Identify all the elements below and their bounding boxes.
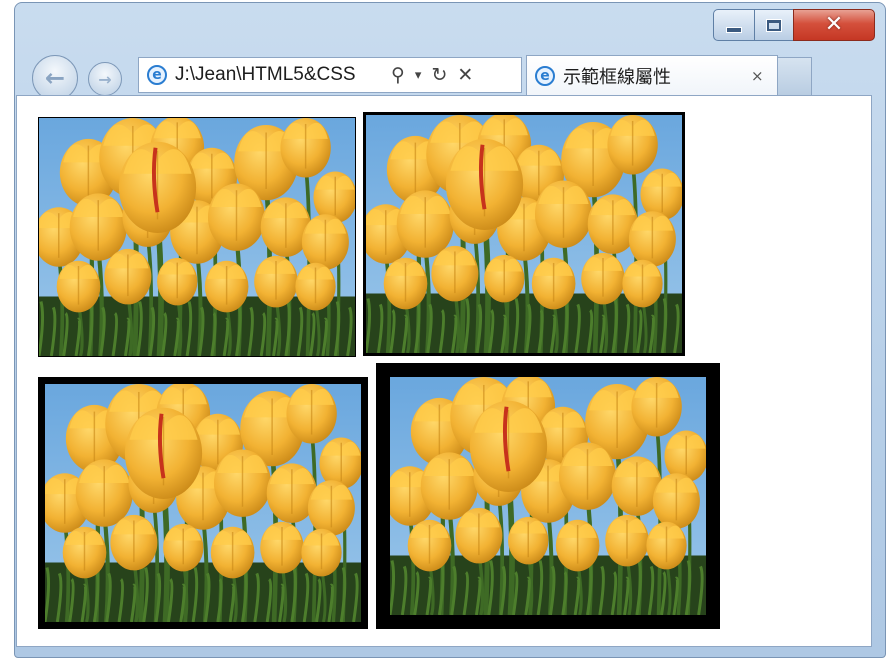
tulip-image-border-thin <box>38 117 356 357</box>
chevron-down-icon[interactable]: ▾ <box>415 68 422 83</box>
minimize-icon <box>726 27 742 33</box>
refresh-icon[interactable]: ↻ <box>431 64 447 86</box>
address-input[interactable]: J:\Jean\HTML5&CSS <box>175 64 383 86</box>
tulip-photo <box>390 377 706 615</box>
tab-title: 示範框線屬性 <box>563 66 671 88</box>
tab-close-icon[interactable]: × <box>751 67 764 85</box>
address-tools: ⚲ ▾ ↻ ✕ <box>391 64 483 86</box>
caption-buttons: ✕ <box>713 9 875 41</box>
arrow-right-icon: → <box>98 69 112 89</box>
stop-icon[interactable]: ✕ <box>457 64 473 86</box>
close-icon: ✕ <box>824 12 844 37</box>
address-bar[interactable]: e J:\Jean\HTML5&CSS ⚲ ▾ ↻ ✕ <box>138 57 522 93</box>
maximize-icon <box>766 18 782 32</box>
new-tab-button[interactable] <box>778 57 812 95</box>
search-icon[interactable]: ⚲ <box>391 64 405 86</box>
tulip-photo <box>39 118 355 356</box>
tab-active[interactable]: e 示範框線屬性 × <box>526 55 778 95</box>
tulip-photo <box>366 115 682 353</box>
tab-ie-icon: e <box>535 65 555 86</box>
tulip-image-border-thick <box>38 377 368 629</box>
arrow-left-icon: ← <box>44 64 66 92</box>
close-button[interactable]: ✕ <box>793 9 875 41</box>
ie-page-icon: e <box>147 65 167 85</box>
tulip-image-border-medium <box>363 112 685 356</box>
maximize-button[interactable] <box>754 9 794 41</box>
forward-button[interactable]: → <box>88 62 122 96</box>
tulip-photo <box>45 384 361 622</box>
tulip-image-border-extra-thick <box>376 363 720 629</box>
minimize-button[interactable] <box>713 9 755 41</box>
